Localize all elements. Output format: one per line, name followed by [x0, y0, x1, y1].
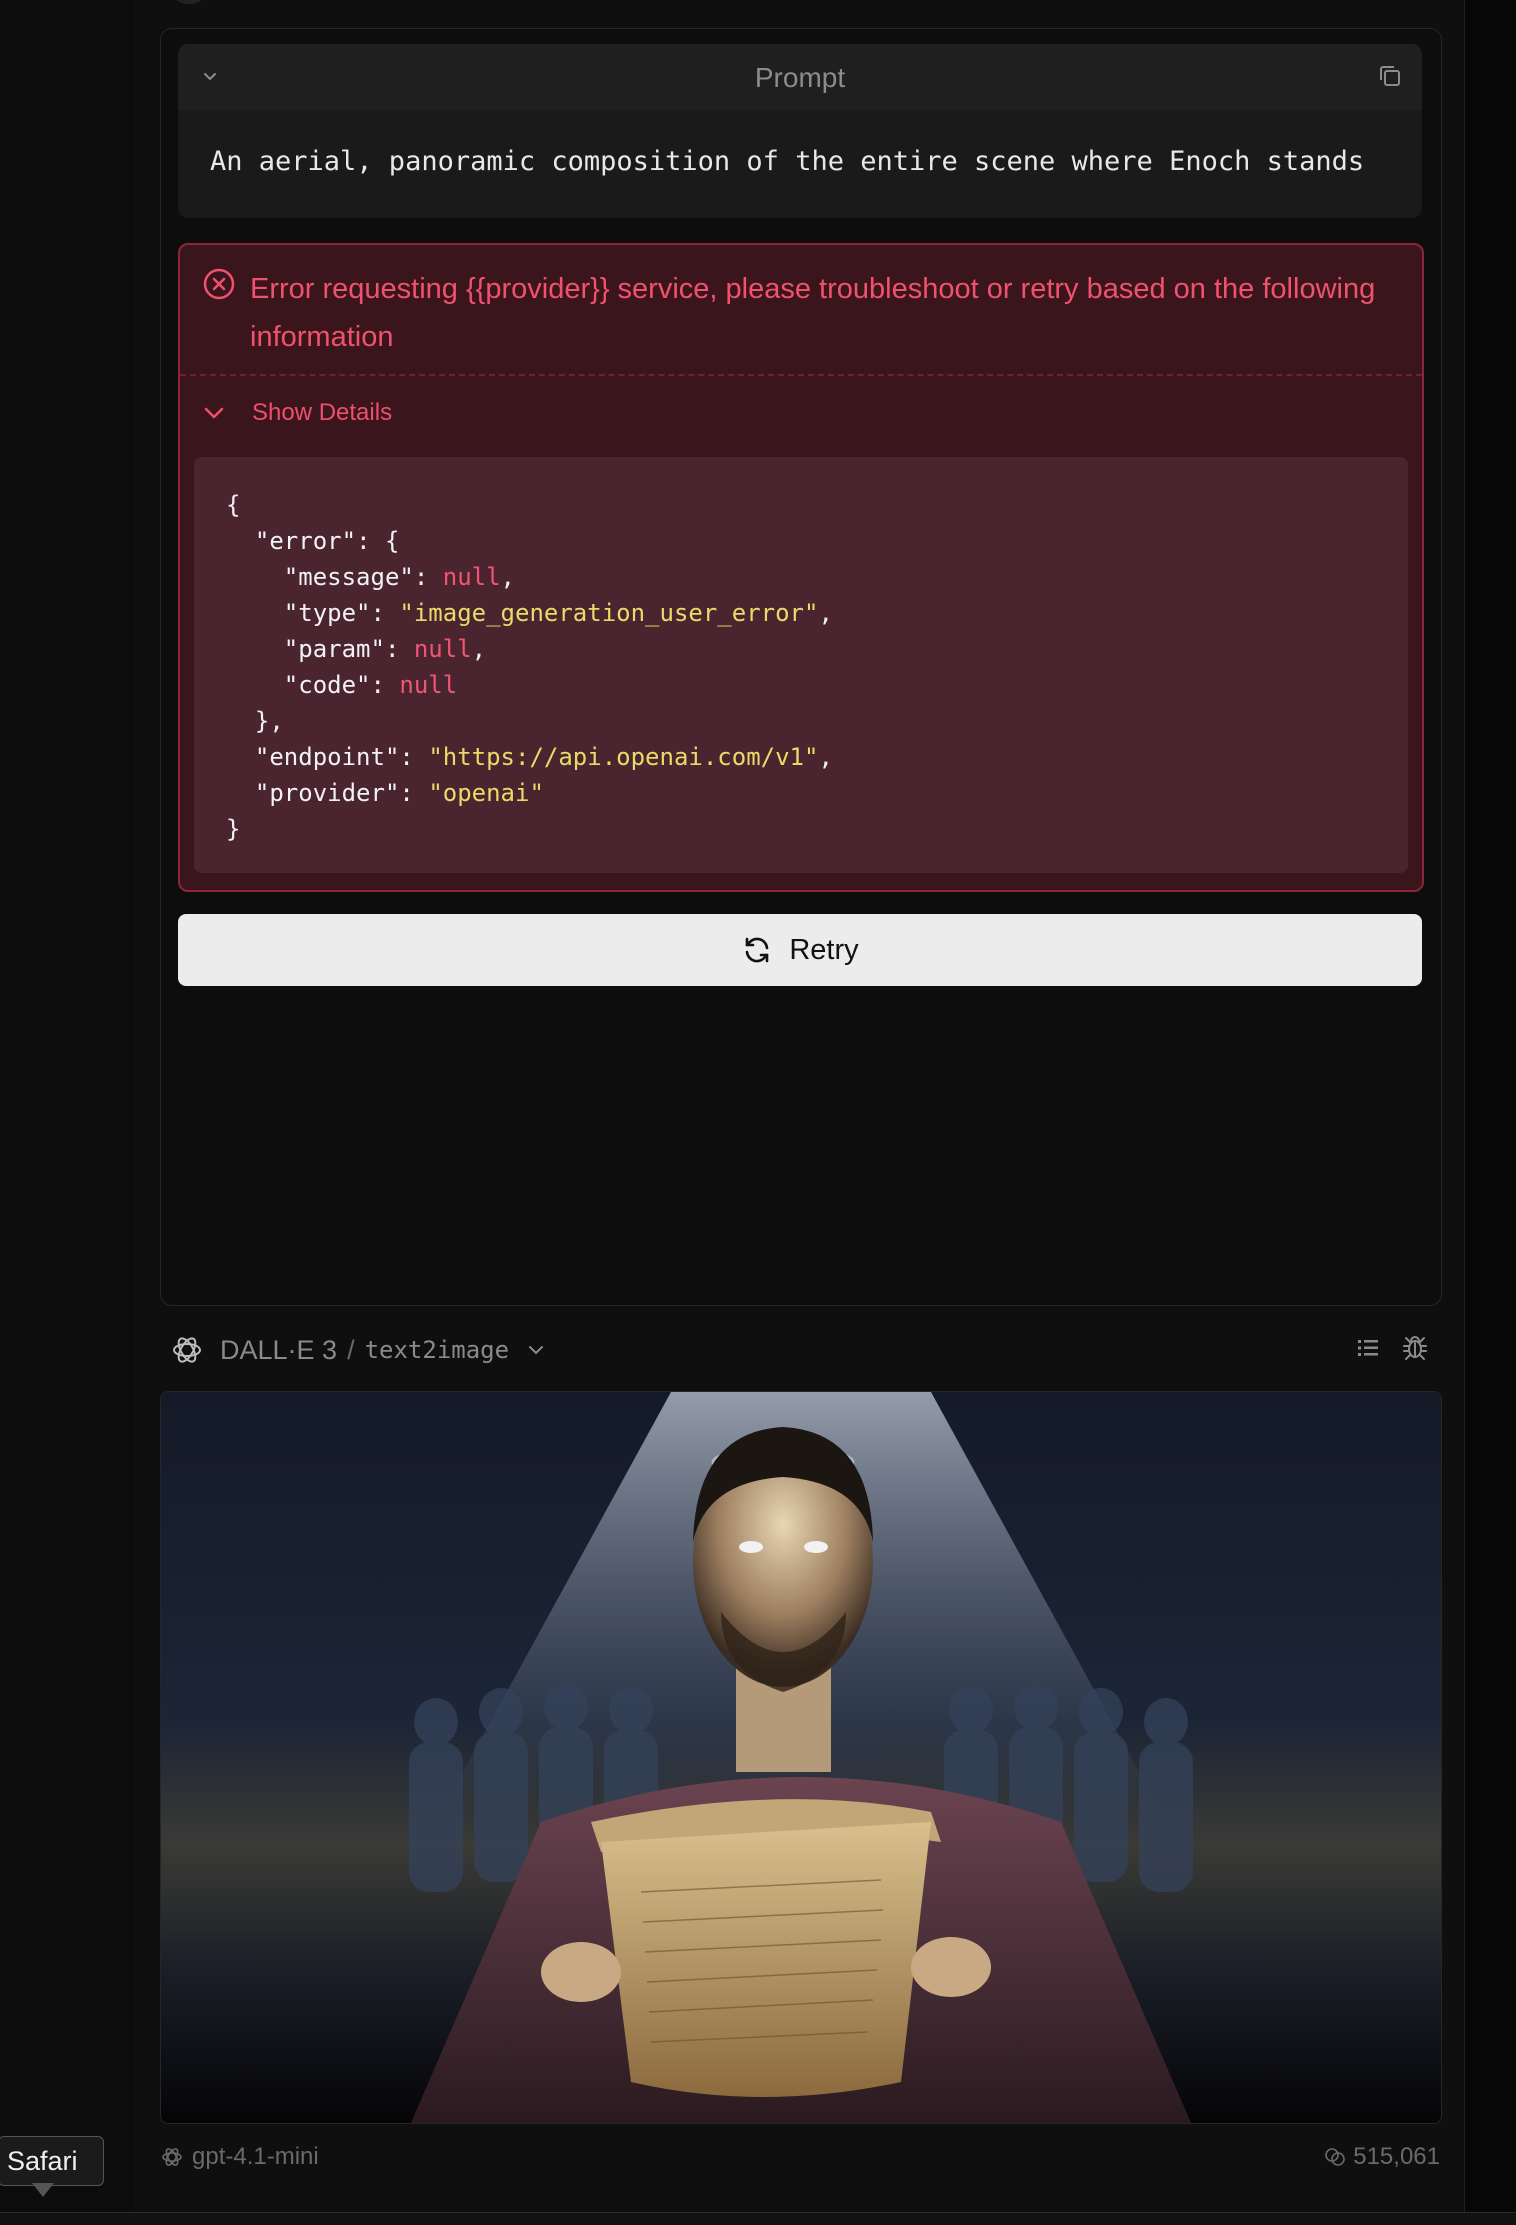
model-selector[interactable]: DALL·E 3 / text2image [170, 1330, 547, 1370]
generated-image[interactable] [160, 1391, 1442, 2124]
right-gutter [1465, 0, 1516, 2224]
generation-mode: text2image [364, 1336, 510, 1364]
token-icon [1325, 2148, 1346, 2166]
prompt-header[interactable]: Prompt [178, 44, 1422, 110]
prompt-text: An aerial, panoramic composition of the … [210, 146, 1365, 177]
show-details-toggle[interactable]: Show Details [200, 393, 392, 433]
left-rail [0, 0, 135, 2224]
chevron-down-icon[interactable] [525, 1339, 547, 1361]
refresh-icon [746, 937, 769, 963]
error-message: Error requesting {{provider}} service, p… [250, 273, 1376, 353]
copy-icon[interactable] [1374, 60, 1406, 92]
token-count-value: 515,061 [1353, 2143, 1440, 2170]
openai-logo-icon [162, 2148, 182, 2166]
dock-edge [0, 2212, 1516, 2225]
prompt-panel: Prompt An aerial, panoramic composition … [178, 44, 1422, 218]
generated-image-artwork [161, 1392, 1441, 2123]
error-alert: Error requesting {{provider}} service, p… [178, 243, 1424, 892]
error-circle-x-icon [203, 268, 235, 300]
token-count: 515,061 [1323, 2142, 1440, 2172]
prompt-title: Prompt [754, 62, 846, 93]
model-name: DALL·E 3 [220, 1334, 338, 1365]
divider [180, 374, 1422, 376]
footer-model: gpt-4.1-mini [160, 2142, 319, 2172]
error-details-code: { "error": { "message": null, "type": "i… [194, 457, 1408, 873]
openai-logo-icon [173, 1337, 201, 1363]
show-details-label: Show Details [252, 399, 393, 426]
safari-tooltip: Safari [0, 2136, 104, 2186]
bug-icon[interactable] [1400, 1332, 1430, 1362]
model-separator: / [347, 1334, 355, 1365]
chevron-down-icon [204, 407, 224, 419]
tooltip-arrow [32, 2183, 54, 2197]
footer-model-name: gpt-4.1-mini [192, 2143, 319, 2170]
retry-label: Retry [789, 933, 859, 966]
list-icon[interactable] [1354, 1334, 1382, 1362]
retry-button[interactable]: Retry [178, 914, 1422, 986]
